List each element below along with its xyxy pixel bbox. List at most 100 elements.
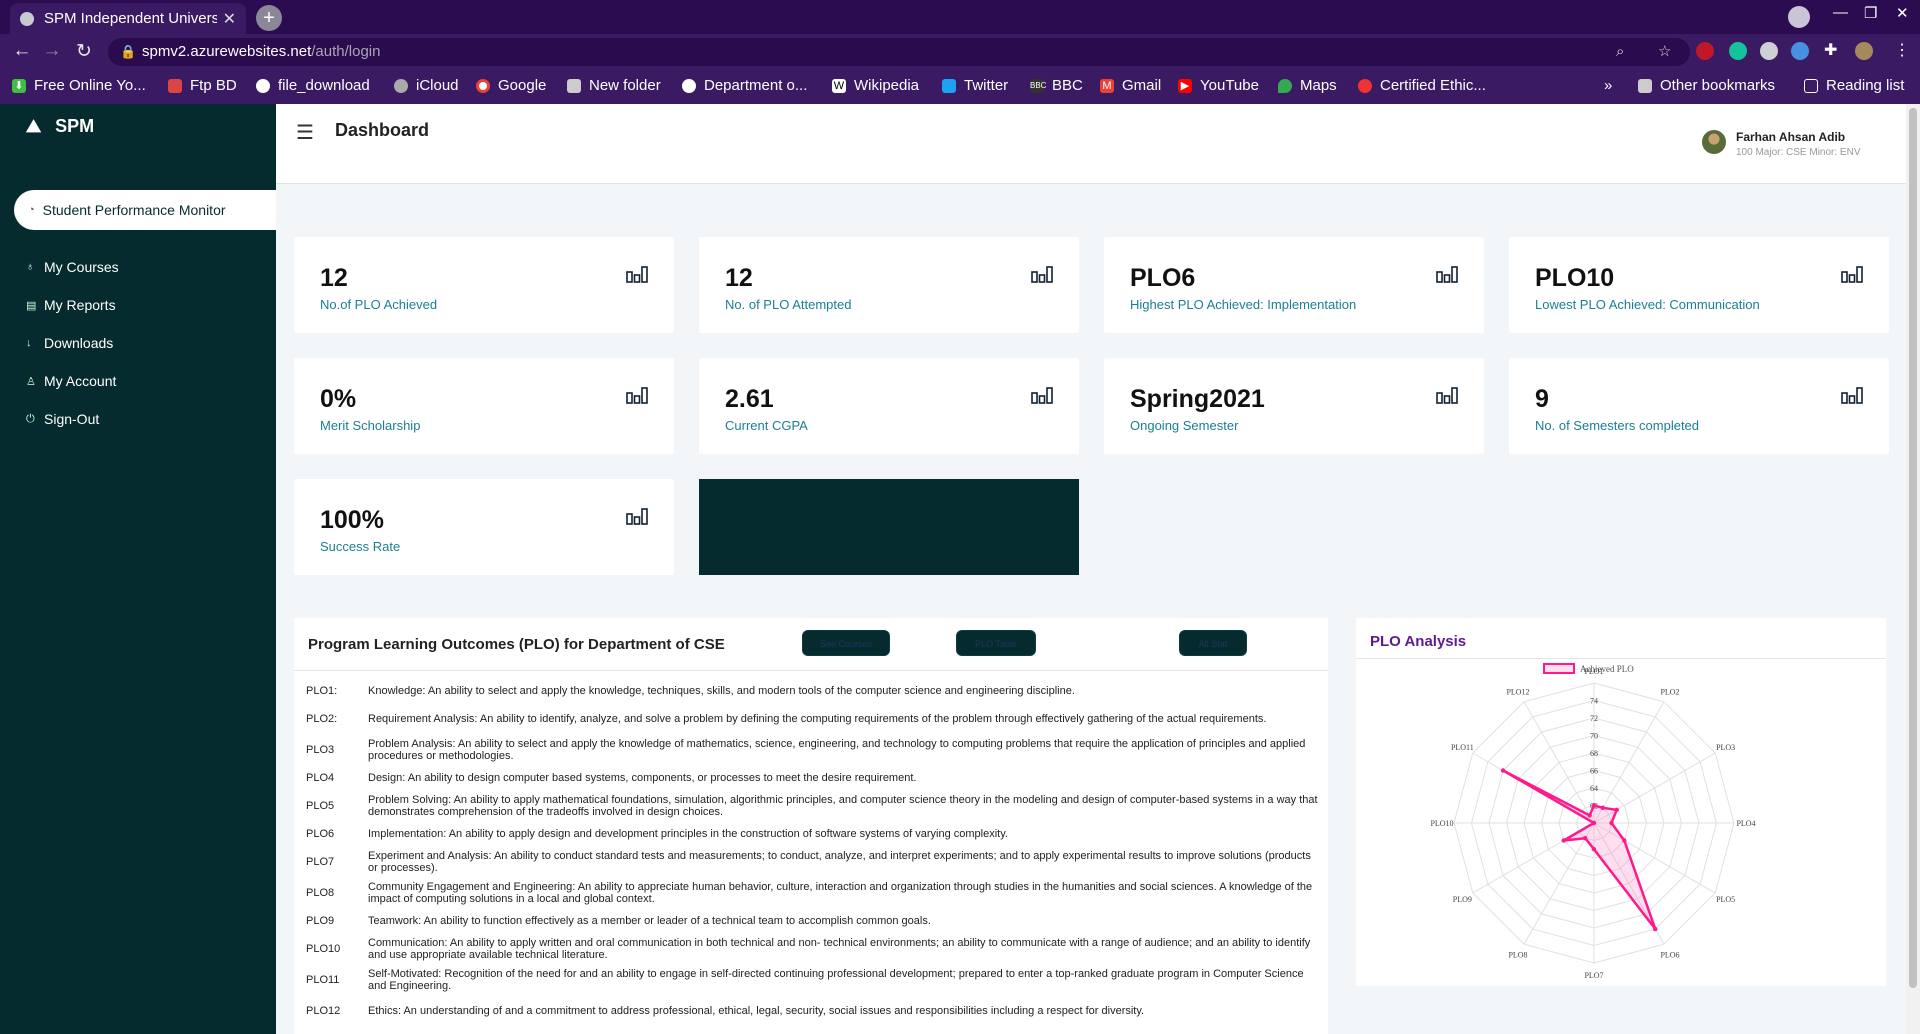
sidebar-item-student-performance-monitor[interactable]: ◔ Student Performance Monitor	[14, 190, 276, 230]
legend-swatch	[1543, 663, 1575, 674]
bookmark-item[interactable]: Twitter	[942, 77, 1008, 94]
plo-id: PLO10	[306, 942, 341, 955]
forward-icon[interactable]: →	[40, 40, 64, 62]
sidebar-item-sign-out[interactable]: ⏻ Sign-Out	[26, 400, 119, 438]
ublock-icon[interactable]	[1696, 42, 1714, 60]
plo-id: PLO5	[306, 799, 335, 812]
bar-chart-icon	[1031, 266, 1053, 283]
tick-label: 70	[1590, 732, 1598, 741]
plo-row: PLO4 Design: An ability to design compute…	[306, 765, 1318, 790]
reload-icon[interactable]: ↻	[72, 40, 96, 63]
sidebar-nav: ♁ My Courses ▤ My Reports ↓ Downloads ♙ My A…	[26, 248, 119, 438]
see-courses-button[interactable]: See Courses	[802, 630, 890, 656]
minimize-icon[interactable]: —	[1833, 4, 1848, 21]
reading-list[interactable]: Reading list	[1804, 77, 1904, 94]
stat-card: 12 No. of PLO Attempted	[699, 237, 1079, 333]
close-tab-icon[interactable]: ✕	[223, 9, 236, 29]
youtube-icon: ▶	[1178, 78, 1192, 93]
tick-label: 66	[1590, 767, 1598, 776]
sidebar-item-my-account[interactable]: ♙ My Account	[26, 362, 119, 400]
bookmark-item[interactable]: Certified Ethic...	[1358, 77, 1486, 94]
plo-description: Design: An ability to design computer ba…	[368, 771, 917, 784]
dashboard-icon: ◔	[28, 204, 35, 216]
dark-card	[699, 479, 1079, 575]
extension-icon[interactable]	[1760, 42, 1778, 60]
profile-dropdown-icon[interactable]	[1788, 6, 1810, 28]
bar-chart-icon	[626, 266, 648, 283]
app-logo[interactable]: ⛰ SPM	[26, 116, 94, 137]
scrollbar-thumb[interactable]	[1909, 108, 1917, 988]
plo-id: PLO9	[306, 914, 335, 927]
account-avatar-icon[interactable]	[1855, 42, 1873, 60]
stat-value: 12	[725, 264, 753, 292]
avatar	[1702, 130, 1726, 154]
sidebar: ⛰ SPM ◔ Student Performance Monitor ♁ My …	[0, 104, 276, 1034]
zoom-icon[interactable]: ⌕	[1616, 38, 1624, 66]
maximize-icon[interactable]: ❐	[1864, 4, 1877, 22]
translate-icon[interactable]	[1791, 42, 1809, 60]
tick-label: 74	[1590, 697, 1598, 706]
data-point	[1591, 820, 1597, 826]
plo-id: PLO3	[306, 743, 335, 756]
scrollbar[interactable]	[1906, 104, 1920, 1034]
puzzle-icon[interactable]: ✚	[1824, 40, 1842, 59]
bookmark-item[interactable]: M Gmail	[1100, 77, 1161, 94]
bbc-icon: BBC	[1030, 78, 1046, 93]
bookmark-folder[interactable]: Other bookmarks	[1638, 77, 1775, 94]
download-icon: ⬇	[12, 78, 26, 93]
sidebar-item-my-courses[interactable]: ♁ My Courses	[26, 248, 119, 286]
all-stat-button[interactable]: All Stat	[1179, 630, 1247, 656]
address-bar[interactable]: 🔒 spmv2.azurewebsites.net/auth/login ⌕ ☆	[108, 38, 1690, 66]
plo-description: Community Engagement and Engineering: An…	[368, 880, 1313, 905]
bookmark-item[interactable]: ⬇ Free Online Yo...	[12, 77, 146, 94]
reports-icon: ▤	[26, 299, 37, 312]
axis-label: PLO3	[1716, 743, 1735, 752]
close-window-icon[interactable]: ✕	[1896, 4, 1909, 22]
browser-tab[interactable]: SPM Independent Univers ✕	[10, 3, 246, 34]
bookmark-item[interactable]: BBC BBC	[1030, 77, 1083, 94]
hamburger-menu-icon[interactable]: ☰	[296, 120, 314, 145]
user-profile[interactable]: Farhan Ahsan Adib 100 Major: CSE Minor: …	[1702, 130, 1861, 158]
plo-description: Communication: An ability to apply writt…	[368, 936, 1311, 961]
gmail-icon: M	[1100, 78, 1114, 93]
menu-icon[interactable]: ⋮	[1894, 40, 1912, 59]
plo-description: Requirement Analysis: An ability to iden…	[368, 712, 1267, 725]
bookmark-item[interactable]: ▶ YouTube	[1178, 77, 1259, 94]
back-icon[interactable]: ←	[10, 40, 34, 62]
plo-description: Self-Motivated: Recognition of the need …	[368, 967, 1304, 992]
axis-label: PLO1	[1584, 667, 1603, 676]
sidebar-item-downloads[interactable]: ↓ Downloads	[26, 324, 119, 362]
bar-chart-icon	[1031, 387, 1053, 404]
grammarly-icon[interactable]	[1729, 42, 1747, 60]
stat-label: No. of Semesters completed	[1535, 418, 1700, 433]
stat-card: PLO10 Lowest PLO Achieved: Communication	[1509, 237, 1889, 333]
stat-label: Success Rate	[320, 539, 401, 554]
plo-row: PLO2: Requirement Analysis: An ability to…	[306, 703, 1318, 734]
sidebar-item-label: Downloads	[44, 335, 114, 351]
bookmark-item[interactable]: iCloud	[394, 77, 459, 94]
axis-label: PLO5	[1716, 895, 1735, 904]
bookmark-item[interactable]: file_download	[256, 77, 370, 94]
bookmark-item[interactable]: Maps	[1278, 77, 1337, 94]
bookmark-item[interactable]: Department o...	[682, 77, 807, 94]
folder-icon	[1638, 78, 1652, 93]
data-point	[1614, 807, 1619, 813]
plo-id: PLO8	[306, 886, 335, 899]
bookmark-folder[interactable]: New folder	[567, 77, 661, 94]
bookmark-icon	[168, 78, 182, 93]
plo-row: PLO10 Communication: An ability to apply …	[306, 933, 1318, 964]
bookmarks-overflow-icon[interactable]: »	[1604, 77, 1612, 94]
sidebar-item-my-reports[interactable]: ▤ My Reports	[26, 286, 119, 324]
star-icon[interactable]: ☆	[1658, 38, 1671, 66]
plo-row: PLO12 Ethics: An understanding of and a c…	[306, 995, 1318, 1026]
stat-value: PLO6	[1130, 264, 1196, 292]
bookmark-item[interactable]: Google	[476, 77, 546, 94]
plo-row: PLO11 Self-Motivated: Recognition of the …	[306, 964, 1318, 995]
stat-label: Highest PLO Achieved: Implementation	[1130, 297, 1357, 312]
bookmark-item[interactable]: W Wikipedia	[832, 77, 919, 94]
globe-icon	[682, 78, 696, 93]
bookmark-item[interactable]: Ftp BD	[168, 77, 237, 94]
plo-table-button[interactable]: PLO Table	[956, 630, 1036, 656]
axis-label: PLO11	[1451, 743, 1474, 752]
new-tab-button[interactable]: +	[256, 5, 282, 31]
